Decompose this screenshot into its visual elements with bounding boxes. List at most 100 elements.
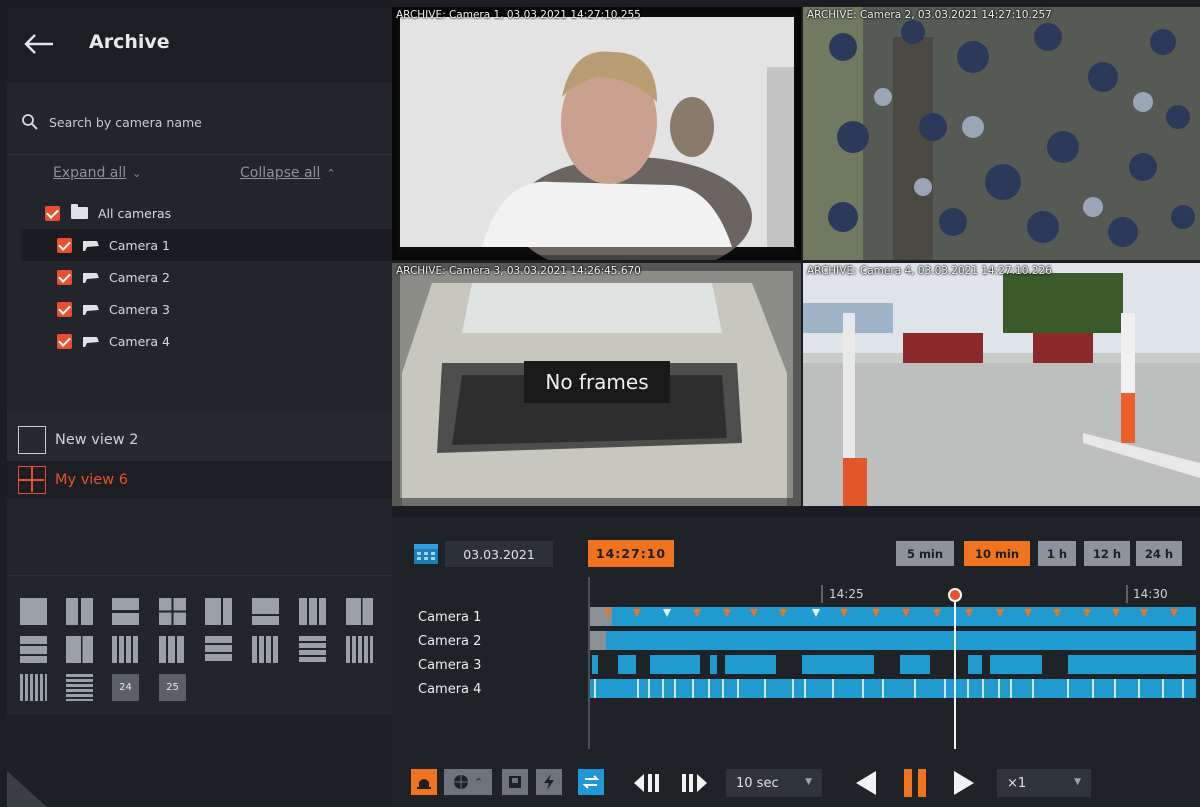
- step-forward-icon[interactable]: [680, 772, 710, 794]
- view-label: New view 2: [55, 432, 139, 448]
- track-tick: [967, 679, 969, 698]
- track-tick: [862, 679, 864, 698]
- layout-3x3-button[interactable]: [159, 636, 186, 663]
- saved-views: New view 2 My view 6: [7, 411, 392, 499]
- track-tick: [708, 679, 710, 698]
- track-tick: [722, 679, 724, 698]
- search-input[interactable]: [49, 110, 369, 134]
- bookmark-button[interactable]: [502, 769, 528, 795]
- layout-1-plus-12-button[interactable]: [299, 636, 326, 663]
- track-tick: [882, 679, 884, 698]
- chevron-down-icon: ⌄: [132, 167, 142, 180]
- collapse-all-link[interactable]: Collapse all ⌃: [240, 165, 336, 181]
- layout-2-plus-6-button[interactable]: [66, 636, 93, 663]
- layout-picker: 24 25: [7, 575, 392, 715]
- recording-segment: [900, 655, 930, 674]
- tree-item-camera-4[interactable]: Camera 4: [57, 325, 377, 357]
- layout-1x1-button[interactable]: [20, 598, 47, 625]
- play-backward-icon[interactable]: [854, 770, 878, 796]
- playback-speed-select[interactable]: ×1 ▼: [997, 769, 1091, 797]
- recording-segment: [990, 655, 1042, 674]
- pause-icon[interactable]: [902, 768, 928, 798]
- video-cell-camera-2[interactable]: ARCHIVE: Camera 2, 03.03.2021 14:27:10.2…: [803, 7, 1200, 260]
- sync-toggle-button[interactable]: [578, 769, 604, 795]
- collapse-all-label: Collapse all: [240, 165, 321, 181]
- back-arrow-icon[interactable]: [23, 33, 55, 55]
- checkbox-camera-2[interactable]: [57, 269, 72, 285]
- layout-1-plus-3h-button[interactable]: [252, 598, 279, 625]
- track-tick: [594, 679, 596, 698]
- camera-icon: [83, 305, 99, 315]
- layout-1x2-button[interactable]: [66, 598, 93, 625]
- layout-5x5-button[interactable]: [66, 674, 93, 701]
- video-cell-camera-4[interactable]: ARCHIVE: Camera 4, 03.03.2021 14:27:10.2…: [803, 263, 1200, 506]
- archive-sidebar: Archive Expand all ⌄ Collapse all ⌃ All ca…: [7, 7, 392, 807]
- sidebar-header: Archive: [7, 7, 392, 83]
- expand-all-link[interactable]: Expand all ⌄: [53, 165, 141, 181]
- track-gap: [590, 631, 606, 650]
- tree-item-camera-2[interactable]: Camera 2: [57, 261, 377, 293]
- view-item-my-view-6[interactable]: My view 6: [7, 461, 392, 499]
- step-size-value: 10 sec: [736, 775, 779, 791]
- layout-1-plus-7-button[interactable]: [20, 636, 47, 663]
- layout-2x1-button[interactable]: [112, 598, 139, 625]
- recording-segment: [618, 655, 636, 674]
- checkbox-camera-4[interactable]: [57, 333, 72, 349]
- layout-2x2-button[interactable]: [159, 598, 186, 625]
- play-forward-icon[interactable]: [952, 770, 976, 796]
- recording-segment: [725, 655, 776, 674]
- search-mode-dropdown[interactable]: ⌃: [444, 769, 492, 795]
- folder-icon: [71, 204, 88, 219]
- layout-1-plus-5-button[interactable]: [346, 598, 373, 625]
- track-tick: [1138, 679, 1140, 698]
- track-tick: [1067, 679, 1069, 698]
- recording-segment: [968, 655, 982, 674]
- track-tick: [944, 679, 946, 698]
- playhead-handle[interactable]: [948, 588, 962, 602]
- checkbox-camera-1[interactable]: [57, 237, 72, 253]
- track-tick: [804, 679, 806, 698]
- video-cell-camera-3[interactable]: ARCHIVE: Camera 3, 03.03.2021 14:26:45.6…: [392, 263, 801, 506]
- track-tick: [1114, 679, 1116, 698]
- checkbox-all-cameras[interactable]: [45, 205, 60, 221]
- timeline-tracks[interactable]: [392, 517, 1200, 757]
- layout-24-button[interactable]: 24: [112, 674, 139, 701]
- chevron-down-icon: ▼: [1074, 777, 1081, 787]
- sync-arrows-icon: [582, 775, 600, 789]
- events-button[interactable]: [536, 769, 562, 795]
- checkbox-camera-3[interactable]: [57, 301, 72, 317]
- tree-item-camera-1[interactable]: Camera 1: [21, 229, 392, 261]
- layout-4x2-button[interactable]: [112, 636, 139, 663]
- layout-3x2-button[interactable]: [299, 598, 326, 625]
- layout-1-plus-9-button[interactable]: [205, 636, 232, 663]
- layout-4x3-button[interactable]: [252, 636, 279, 663]
- camera-4-overlay-label: ARCHIVE: Camera 4, 03.03.2021 14:27:10.2…: [807, 265, 1052, 277]
- track-tick: [1092, 679, 1094, 698]
- track-tick: [792, 679, 794, 698]
- layout-4x4-button[interactable]: [346, 636, 373, 663]
- recording-segment: [592, 655, 598, 674]
- camera-2-overlay-label: ARCHIVE: Camera 2, 03.03.2021 14:27:10.2…: [807, 9, 1052, 21]
- layout-25-button[interactable]: 25: [159, 674, 186, 701]
- track-tick: [674, 679, 676, 698]
- alarm-filter-button[interactable]: [411, 769, 437, 795]
- tree-item-label: All cameras: [98, 205, 172, 221]
- lightning-icon: [544, 774, 554, 790]
- view-item-new-view-2[interactable]: New view 2: [7, 421, 392, 459]
- track-tick: [1162, 679, 1164, 698]
- camera-search: [7, 93, 392, 155]
- track-tick: [662, 679, 664, 698]
- layout-5x4-button[interactable]: [20, 674, 47, 701]
- step-back-icon[interactable]: [632, 772, 662, 794]
- tree-item-label: Camera 2: [109, 269, 170, 285]
- playback-speed-value: ×1: [1007, 775, 1027, 791]
- alarm-icon: [417, 779, 431, 789]
- layout-1-plus-3-button[interactable]: [205, 598, 232, 625]
- video-cell-camera-1[interactable]: ARCHIVE: Camera 1, 03.03.2021 14:27:10.2…: [392, 7, 801, 260]
- step-size-select[interactable]: 10 sec ▼: [726, 769, 822, 797]
- chevron-down-icon: ▼: [805, 777, 812, 787]
- tree-item-all-cameras[interactable]: All cameras: [45, 197, 385, 229]
- tree-item-camera-3[interactable]: Camera 3: [57, 293, 377, 325]
- tree-item-label: Camera 1: [109, 237, 170, 253]
- resize-corner-icon[interactable]: [7, 771, 47, 807]
